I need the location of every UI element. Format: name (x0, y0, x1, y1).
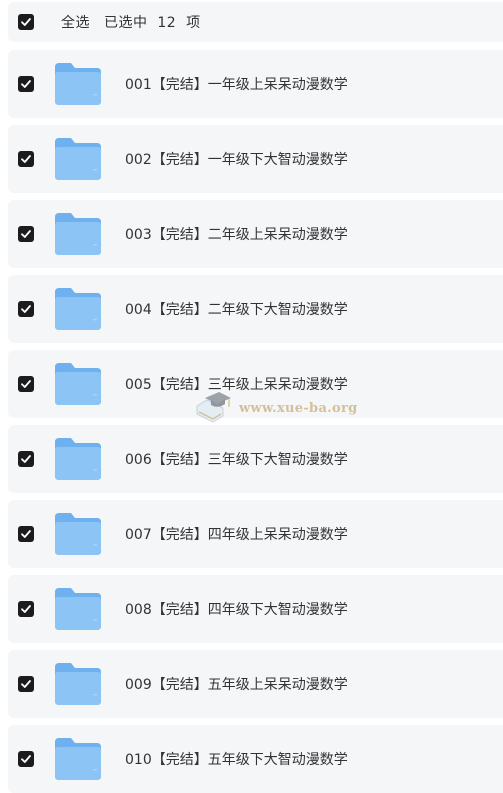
folder-icon (55, 363, 101, 405)
file-checkbox[interactable] (18, 526, 34, 542)
folder-icon (55, 588, 101, 630)
file-row[interactable]: 002【完结】一年级下大智动漫数学 (8, 125, 503, 193)
file-checkbox[interactable] (18, 601, 34, 617)
file-checkbox[interactable] (18, 151, 34, 167)
folder-icon (55, 213, 101, 255)
folder-icon (55, 63, 101, 105)
file-title[interactable]: 004【完结】二年级下大智动漫数学 (125, 299, 348, 319)
checkmark-icon (21, 230, 31, 238)
checkmark-icon (21, 755, 31, 763)
file-row[interactable]: 008【完结】四年级下大智动漫数学 (8, 575, 503, 643)
file-checkbox[interactable] (18, 751, 34, 767)
file-row[interactable]: 007【完结】四年级上呆呆动漫数学 (8, 500, 503, 568)
file-row[interactable]: 009【完结】五年级上呆呆动漫数学 (8, 650, 503, 718)
file-title[interactable]: 008【完结】四年级下大智动漫数学 (125, 599, 348, 619)
file-title[interactable]: 010【完结】五年级下大智动漫数学 (125, 749, 348, 769)
file-row[interactable]: 005【完结】三年级上呆呆动漫数学 (8, 350, 503, 418)
file-checkbox[interactable] (18, 451, 34, 467)
file-checkbox[interactable] (18, 376, 34, 392)
checkmark-icon (21, 455, 31, 463)
folder-icon (55, 438, 101, 480)
checkmark-icon (21, 605, 31, 613)
file-row[interactable]: 004【完结】二年级下大智动漫数学 (8, 275, 503, 343)
checkmark-icon (21, 155, 31, 163)
file-title[interactable]: 001【完结】一年级上呆呆动漫数学 (125, 74, 348, 94)
file-title[interactable]: 006【完结】三年级下大智动漫数学 (125, 449, 348, 469)
folder-icon (55, 138, 101, 180)
file-row[interactable]: 006【完结】三年级下大智动漫数学 (8, 425, 503, 493)
file-row[interactable]: 010【完结】五年级下大智动漫数学 (8, 725, 503, 793)
checkmark-icon (21, 680, 31, 688)
file-checkbox[interactable] (18, 76, 34, 92)
file-checkbox[interactable] (18, 301, 34, 317)
file-title[interactable]: 005【完结】三年级上呆呆动漫数学 (125, 374, 348, 394)
checkmark-icon (21, 80, 31, 88)
folder-icon (55, 663, 101, 705)
file-row[interactable]: 001【完结】一年级上呆呆动漫数学 (8, 50, 503, 118)
file-title[interactable]: 007【完结】四年级上呆呆动漫数学 (125, 524, 348, 544)
checkmark-icon (21, 305, 31, 313)
folder-icon (55, 288, 101, 330)
folder-icon (55, 738, 101, 780)
file-list: 001【完结】一年级上呆呆动漫数学 002【完结】一年级下大智动漫数学 003【完结… (0, 0, 503, 793)
checkmark-icon (21, 530, 31, 538)
file-title[interactable]: 002【完结】一年级下大智动漫数学 (125, 149, 348, 169)
checkmark-icon (21, 380, 31, 388)
file-checkbox[interactable] (18, 226, 34, 242)
file-row[interactable]: 003【完结】二年级上呆呆动漫数学 (8, 200, 503, 268)
folder-icon (55, 513, 101, 555)
file-title[interactable]: 003【完结】二年级上呆呆动漫数学 (125, 224, 348, 244)
file-checkbox[interactable] (18, 676, 34, 692)
file-title[interactable]: 009【完结】五年级上呆呆动漫数学 (125, 674, 348, 694)
